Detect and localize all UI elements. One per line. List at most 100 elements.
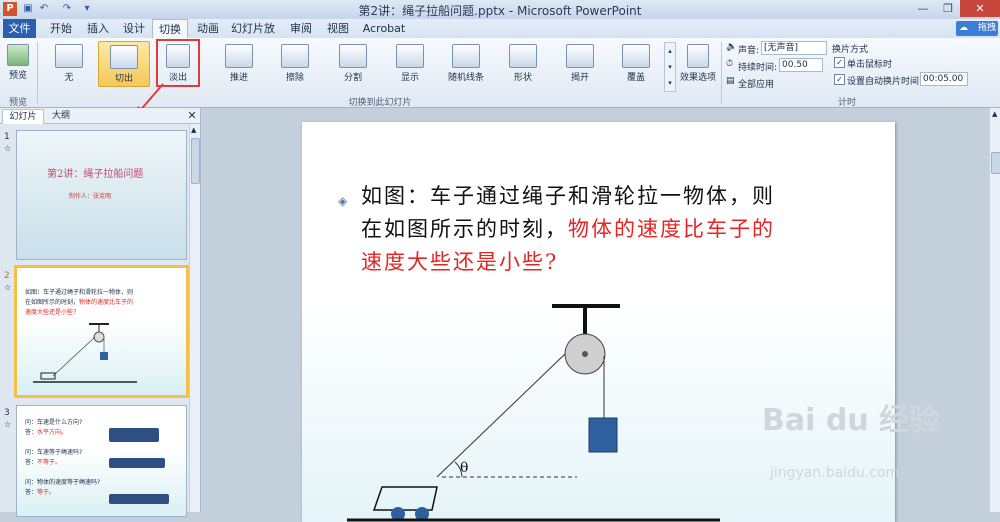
tab-transitions[interactable]: 切换 (152, 19, 188, 38)
restore-button[interactable]: ❐ (936, 0, 960, 17)
tab-review[interactable]: 审阅 (285, 19, 317, 38)
gallery-scroll[interactable]: ▴ ▾ ▾ (664, 42, 676, 92)
thumb3-a2-label: 答： (25, 459, 38, 466)
watermark-url: jingyan.baidu.com (770, 465, 900, 481)
apply-all-icon: ▤ (726, 76, 735, 86)
tab-file[interactable]: 文件 (3, 19, 36, 38)
pane-scrollbar[interactable]: ▲ (189, 124, 200, 512)
tab-slideshow[interactable]: 幻灯片放映 (228, 19, 278, 54)
transition-reveal-icon (396, 44, 424, 68)
transition-shape[interactable]: 形状 (498, 41, 548, 85)
after-time-input[interactable]: 00:05.00 (920, 72, 968, 86)
transition-uncover[interactable]: 揭开 (555, 41, 605, 85)
cart-body (372, 486, 438, 511)
pane-tabs: 幻灯片 大纲 ✕ (0, 108, 200, 124)
transition-random-bars-label: 随机线条 (447, 73, 484, 83)
thumb3-a1-label: 答： (25, 429, 38, 436)
close-pane-icon[interactable]: ✕ (186, 109, 198, 123)
transition-none[interactable]: 无 (44, 41, 94, 85)
thumb1-author: 制作人：张克明 (69, 193, 112, 200)
cloud-icon: ☁ (959, 23, 968, 33)
advance-slide-title: 换片方式 (832, 45, 869, 55)
transition-shape-icon (509, 44, 537, 68)
preview-icon (7, 44, 29, 66)
minimize-button[interactable]: — (911, 0, 935, 17)
after-label: 设置自动换片时间: (847, 77, 923, 87)
theta-label: θ (460, 460, 469, 476)
sound-icon: 🔈 (726, 42, 738, 52)
transition-push-icon (225, 44, 253, 68)
ribbon-tabs: 文件 开始 插入 设计 切换 动画 幻灯片放映 审阅 视图 Acrobat ☁ … (0, 19, 1000, 54)
tab-view[interactable]: 视图 (322, 19, 354, 38)
window-title: 第2讲：绳子拉船问题.pptx - Microsoft PowerPoint (358, 4, 642, 18)
tab-animations[interactable]: 动画 (192, 19, 224, 38)
slides-pane: 幻灯片 大纲 ✕ 1 ☆ 第2讲：绳子拉船问题 制作人：张克明 2 ☆ 如图：车… (0, 108, 201, 517)
slide-thumbnail-2[interactable]: 如图：车子通过绳子和滑轮拉一物体，则 在如图所示的时刻，物体的速度比车子的 速度… (14, 265, 189, 398)
thumb3-callout (109, 428, 159, 442)
close-button[interactable]: ✕ (960, 0, 1000, 17)
thumb3-q3: 问：物体的速度等于绳速吗? (25, 479, 101, 486)
pulley-diagram (347, 304, 720, 522)
scroll-up-icon[interactable]: ▲ (992, 110, 997, 118)
group-timing-label: 计时 (837, 98, 856, 108)
star-icon: ☆ (4, 420, 12, 429)
transition-push-label: 推进 (229, 73, 248, 83)
rope-to-cart (436, 353, 566, 478)
transition-none-label: 无 (64, 73, 74, 83)
slide-thumbnail-1[interactable]: 第2讲：绳子拉船问题 制作人：张克明 (16, 130, 187, 260)
thumb1-title: 第2讲：绳子拉船问题 (47, 169, 144, 180)
duration-input[interactable]: 00.50 (779, 58, 823, 72)
tab-design[interactable]: 设计 (118, 19, 150, 38)
tab-slides[interactable]: 幻灯片 (2, 109, 44, 124)
effect-options-button[interactable]: 效果选项 (677, 41, 719, 85)
transition-cover[interactable]: 覆盖 (611, 41, 661, 85)
slide-number: 3 (4, 408, 10, 418)
transition-split-label: 分割 (343, 73, 362, 83)
transition-random-bars-icon (452, 44, 480, 68)
scroll-thumb[interactable] (991, 152, 1000, 174)
group-divider (37, 42, 38, 104)
slide-number: 2 (4, 271, 10, 281)
duration-label: 持续时间: (738, 63, 778, 73)
transition-wipe-icon (281, 44, 309, 68)
slide-number: 1 (4, 132, 10, 142)
transition-cut-icon (110, 45, 138, 69)
hanging-block (588, 417, 618, 453)
tab-outline[interactable]: 大纲 (46, 109, 76, 123)
thumb3-callout (109, 458, 165, 468)
transition-random-bars[interactable]: 随机线条 (441, 41, 491, 85)
on-click-label: 单击鼠标时 (847, 60, 893, 70)
transition-none-icon (55, 44, 83, 68)
title-bar: P ▣ ↶ ↷ ▾ 第2讲：绳子拉船问题.pptx - Microsoft Po… (0, 0, 1000, 19)
effect-options-label: 效果选项 (679, 73, 716, 83)
slide-thumbnail-3[interactable]: 问：车速是什么方向? 答：水平方向。 问：车速等于绳速吗? 答：不等于。 问：物… (16, 405, 187, 517)
scroll-thumb[interactable] (191, 138, 200, 184)
on-click-checkbox[interactable]: ✓ (834, 57, 845, 68)
preview-label: 预览 (8, 71, 27, 81)
apply-all-button[interactable]: 全部应用 (738, 77, 774, 90)
transition-wipe[interactable]: 擦除 (270, 41, 320, 85)
watermark-logo: Bai du 经验 (762, 403, 940, 438)
tab-home[interactable]: 开始 (45, 19, 77, 38)
sign-in-button[interactable]: ☁ 拖拽 (956, 21, 998, 36)
transition-uncover-label: 揭开 (570, 73, 589, 83)
thumb3-a3-label: 答： (25, 489, 38, 496)
transition-split[interactable]: 分割 (328, 41, 378, 85)
star-icon: ☆ (4, 144, 12, 153)
scroll-up-icon[interactable]: ▲ (191, 126, 196, 134)
transition-reveal-label: 显示 (400, 73, 419, 83)
preview-button[interactable]: 预览 (2, 41, 34, 85)
tab-insert[interactable]: 插入 (82, 19, 114, 38)
transition-cover-icon (622, 44, 650, 68)
transition-reveal[interactable]: 显示 (385, 41, 435, 85)
current-slide[interactable]: ◈ 如图：车子通过绳子和滑轮拉一物体，则 在如图所示的时刻，物体的速度比车子的 … (302, 122, 895, 522)
thumb3-q2: 问：车速等于绳速吗? (25, 449, 83, 456)
tab-acrobat[interactable]: Acrobat (360, 19, 408, 38)
transition-push[interactable]: 推进 (214, 41, 264, 85)
editor-scrollbar[interactable]: ▲ (989, 108, 1000, 512)
thumb3-a2: 不等于。 (37, 459, 62, 466)
sound-select[interactable]: [无声音] (761, 41, 827, 55)
after-checkbox[interactable]: ✓ (834, 74, 845, 85)
sign-in-label: 拖拽 (977, 23, 996, 33)
duration-icon: ⏱ (726, 59, 734, 69)
